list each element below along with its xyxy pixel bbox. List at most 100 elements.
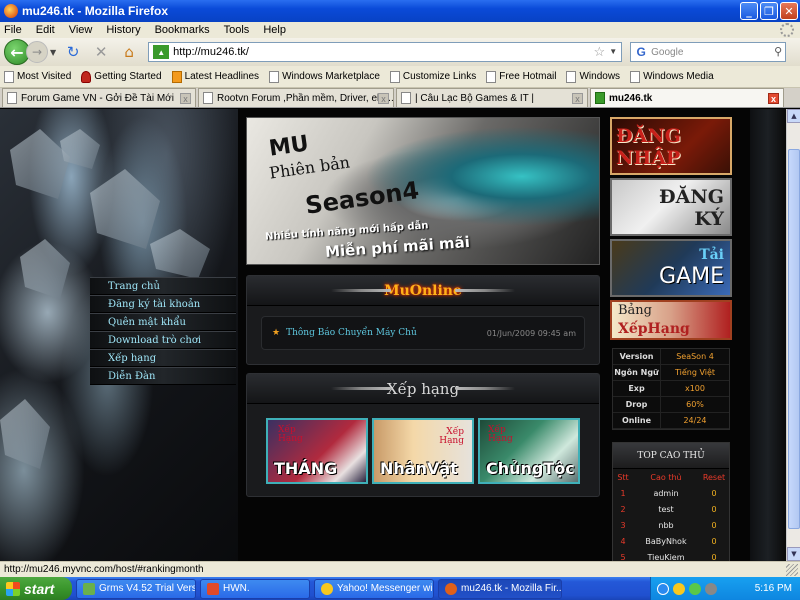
scroll-down-icon[interactable]: ▼ [787, 547, 800, 561]
bookmark-label: Customize Links [402, 71, 477, 82]
home-icon[interactable]: ⌂ [118, 41, 140, 63]
ranking-board-button[interactable]: Bảng XếpHạng [610, 300, 732, 340]
menu-view[interactable]: View [69, 24, 93, 36]
nav-forum[interactable]: Diễn Đàn [90, 367, 236, 385]
start-button[interactable]: start [0, 577, 72, 600]
minimize-button[interactable]: _ [740, 2, 758, 20]
bookmark-most-visited[interactable]: Most Visited [4, 70, 71, 83]
reset-cell: 0 [711, 552, 717, 562]
close-window-button[interactable]: ✕ [780, 2, 798, 20]
info-key: Drop [613, 397, 661, 412]
security-icon[interactable] [689, 582, 701, 595]
tab-forum-game-vn[interactable]: Forum Game VN - Gởi Đề Tài Mới x [2, 88, 196, 107]
register-button[interactable]: ĐĂNG KÝ [610, 178, 732, 236]
player-cell[interactable]: TieuKiem [633, 553, 699, 562]
tab-cau-lac-bo[interactable]: | Câu Lạc Bộ Games & IT | x [396, 88, 588, 107]
history-dropdown-icon[interactable]: ▼ [50, 48, 56, 57]
rank-big-label: ChủngTộc [486, 459, 575, 478]
clock: 5:16 PM [754, 583, 792, 594]
nav-home[interactable]: Trang chủ [90, 277, 236, 295]
search-box[interactable]: G Google ⚲ [630, 42, 787, 62]
center-column: MU Phiên bản Season4 Nhiều tính năng mới… [246, 117, 602, 497]
rank-race-button[interactable]: Xếp Hạng ChủngTộc [478, 418, 580, 484]
task-firefox[interactable]: mu246.tk - Mozilla Fir... [438, 578, 562, 599]
bookmark-icon [4, 70, 14, 83]
network-icon[interactable] [657, 582, 669, 595]
menu-help[interactable]: Help [263, 24, 286, 36]
nav-forgot-password[interactable]: Quên mật khẩu [90, 313, 236, 331]
nav-ranking[interactable]: Xếp hạng [90, 349, 236, 367]
bookmark-star-icon[interactable]: ☆ [594, 44, 606, 60]
login-button[interactable]: ĐĂNG NHẬP [610, 117, 732, 175]
vertical-scrollbar[interactable]: ▲ ▼ [786, 109, 800, 561]
player-cell[interactable]: admin [633, 489, 699, 498]
bookmark-free-hotmail[interactable]: Free Hotmail [486, 70, 557, 83]
reset-cell: 0 [711, 520, 717, 530]
bookmark-windows[interactable]: Windows [566, 70, 621, 83]
news-date: 01/Jun/2009 09:45 am [486, 328, 576, 338]
tab-rootvn-forum[interactable]: Rootvn Forum ,Phần mềm, Driver, ebo... x [198, 88, 394, 107]
right-column: ĐĂNG NHẬP ĐĂNG KÝ Tải GAME Bảng XếpHạng … [610, 117, 734, 561]
player-cell[interactable]: test [633, 505, 699, 514]
download-game-button[interactable]: Tải GAME [610, 239, 732, 297]
bookmark-windows-marketplace[interactable]: Windows Marketplace [269, 70, 380, 83]
start-label: start [24, 580, 55, 597]
close-tab-icon[interactable]: x [378, 93, 389, 104]
url-bar[interactable]: ▲ http://mu246.tk/ ☆ ▼ [148, 42, 623, 62]
google-icon[interactable]: G [633, 45, 649, 59]
player-cell[interactable]: BaByNhok [633, 537, 699, 546]
news-title[interactable]: Thông Báo Chuyển Máy Chủ [286, 328, 417, 338]
menu-edit[interactable]: Edit [36, 24, 55, 36]
url-text[interactable]: http://mu246.tk/ [173, 46, 249, 58]
maximize-button[interactable]: ❐ [760, 2, 778, 20]
rank-month-button[interactable]: Xếp Hạng THÁNG [266, 418, 368, 484]
close-tab-icon[interactable]: x [768, 93, 779, 104]
throbber-icon [780, 23, 794, 37]
left-nav-menu: Trang chủ Đăng ký tài khoản Quên mật khẩ… [90, 277, 236, 385]
task-yahoo-messenger[interactable]: Yahoo! Messenger wi... [314, 578, 434, 599]
rank-big-label: THÁNG [274, 459, 338, 478]
menu-history[interactable]: History [106, 24, 140, 36]
search-placeholder[interactable]: Google [651, 47, 683, 58]
scroll-up-icon[interactable]: ▲ [787, 109, 800, 123]
firefox-hat-icon [81, 70, 92, 83]
banner-text: Season4 [303, 176, 421, 220]
season4-banner: MU Phiên bản Season4 Nhiều tính năng mới… [246, 117, 600, 265]
menu-tools[interactable]: Tools [224, 24, 250, 36]
rank-cell: 2 [620, 504, 626, 514]
table-row: 2 test 0 [613, 501, 729, 517]
resize-grip-icon[interactable] [786, 564, 798, 576]
bookmark-label: Free Hotmail [499, 71, 557, 82]
close-tab-icon[interactable]: x [180, 93, 191, 104]
url-dropdown-icon[interactable]: ▼ [609, 47, 617, 56]
task-grms[interactable]: Grms V4.52 Trial Versi... [76, 578, 196, 599]
stop-icon[interactable]: ✕ [90, 41, 112, 63]
messenger-tray-icon[interactable] [673, 582, 685, 595]
nav-register[interactable]: Đăng ký tài khoản [90, 295, 236, 313]
bookmark-latest-headlines[interactable]: Latest Headlines [171, 70, 259, 83]
menu-file[interactable]: File [4, 24, 22, 36]
scroll-thumb[interactable] [788, 149, 800, 529]
close-tab-icon[interactable]: x [572, 93, 583, 104]
banner-text: Miễn phí mãi mãi [324, 232, 471, 262]
info-key: Exp [613, 381, 661, 396]
volume-icon[interactable] [705, 582, 717, 595]
task-hwn[interactable]: HWN. [200, 578, 310, 599]
search-icon[interactable]: ⚲ [774, 45, 782, 58]
menu-bookmarks[interactable]: Bookmarks [155, 24, 210, 36]
bookmark-windows-media[interactable]: Windows Media [630, 70, 714, 83]
rank-label-top: Bảng [618, 303, 652, 318]
news-item[interactable]: ★ Thông Báo Chuyển Máy Chủ 01/Jun/2009 0… [261, 316, 585, 350]
forward-button[interactable]: → [26, 41, 48, 63]
page-icon [401, 92, 411, 104]
muonline-title: MuOnline [384, 282, 462, 299]
bookmark-getting-started[interactable]: Getting Started [81, 70, 162, 83]
bookmark-customize-links[interactable]: Customize Links [389, 70, 477, 83]
bookmark-label: Windows [579, 71, 621, 82]
rank-character-button[interactable]: Xếp Hạng NhânVật [372, 418, 474, 484]
tab-mu246[interactable]: mu246.tk x [590, 88, 784, 107]
player-cell[interactable]: nbb [633, 521, 699, 530]
reload-icon[interactable]: ↻ [62, 41, 84, 63]
rank-cell: 5 [620, 552, 626, 562]
nav-download[interactable]: Download trò chơi [90, 331, 236, 349]
